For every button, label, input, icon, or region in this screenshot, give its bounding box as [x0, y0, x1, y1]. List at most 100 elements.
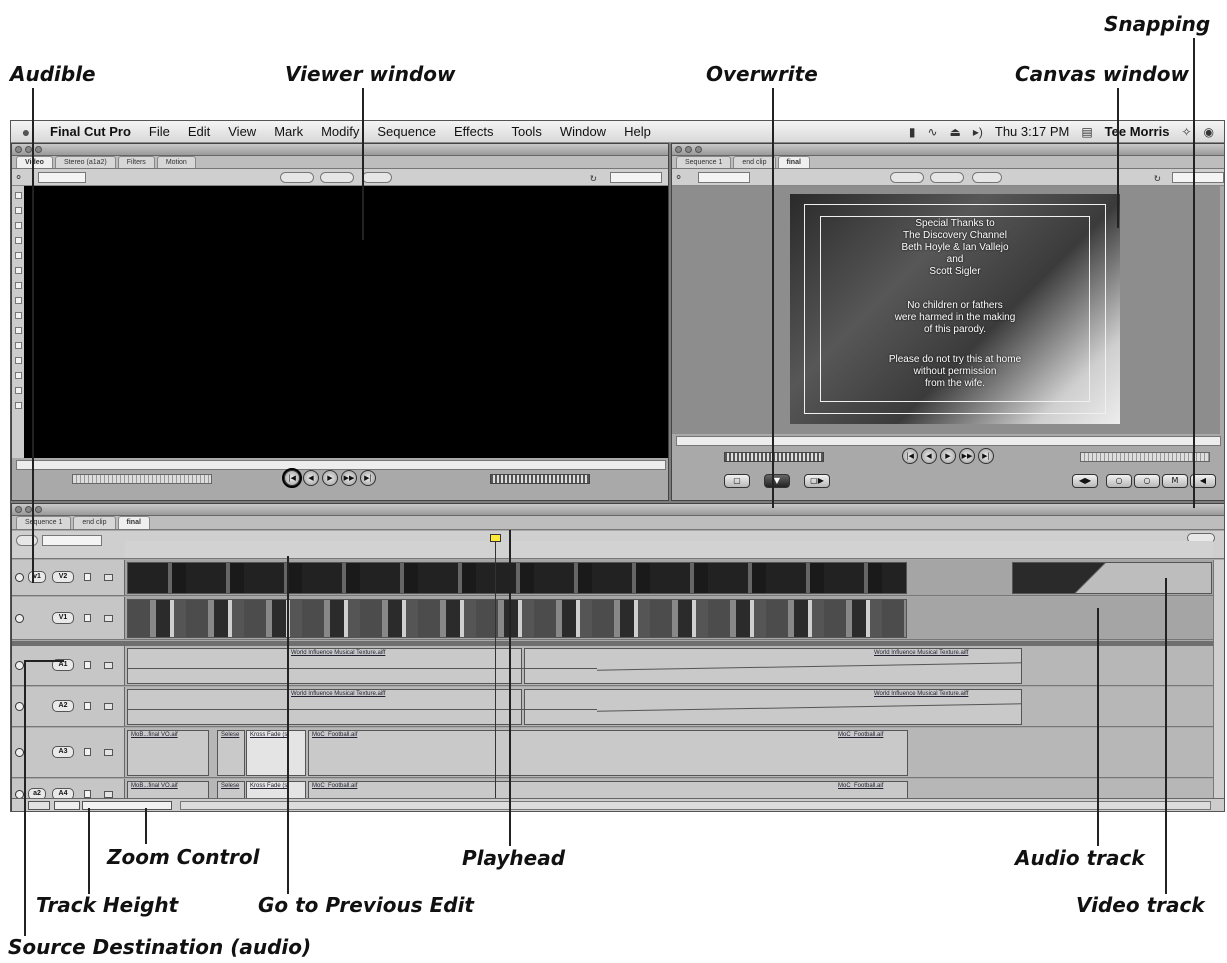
- audible-icon[interactable]: [15, 702, 24, 711]
- close-icon[interactable]: [15, 146, 22, 153]
- mark-out-button[interactable]: M: [1162, 474, 1188, 488]
- auto-select-icon[interactable]: [104, 615, 113, 622]
- menu-tools[interactable]: Tools: [502, 124, 550, 139]
- canvas-titlebar[interactable]: [672, 144, 1224, 156]
- a3-clip-2[interactable]: Selese: [217, 730, 245, 776]
- menu-edit[interactable]: Edit: [179, 124, 219, 139]
- menu-file[interactable]: File: [140, 124, 179, 139]
- play-in-out-button[interactable]: ◀: [921, 448, 937, 464]
- overwrite-edit-button[interactable]: ▼: [764, 474, 790, 488]
- keyboard-icon[interactable]: ▤: [1081, 125, 1092, 139]
- menu-app[interactable]: Final Cut Pro: [41, 124, 140, 139]
- menu-mark[interactable]: Mark: [265, 124, 312, 139]
- a1-music-clip-1[interactable]: World Influence Musical Texture.aiff: [127, 648, 522, 684]
- previous-edit-button[interactable]: |◀: [902, 448, 918, 464]
- track-visibility-icon[interactable]: [15, 614, 24, 623]
- shuttle-icon[interactable]: ⚬: [674, 171, 683, 185]
- next-edit-button[interactable]: ▶|: [360, 470, 376, 486]
- canvas-scrubber-bar[interactable]: [676, 436, 1221, 446]
- display-popup[interactable]: [972, 172, 1002, 183]
- menu-window[interactable]: Window: [551, 124, 615, 139]
- playhead[interactable]: [495, 540, 496, 809]
- next-edit-button[interactable]: ▶|: [978, 448, 994, 464]
- track-v2-destination[interactable]: V2: [52, 571, 74, 583]
- zoom-icon[interactable]: [35, 506, 42, 513]
- zoom-icon[interactable]: [35, 146, 42, 153]
- lock-icon[interactable]: [84, 702, 91, 710]
- lock-icon[interactable]: [84, 748, 91, 756]
- track-a3-destination[interactable]: A3: [52, 746, 74, 758]
- audible-icon[interactable]: [15, 748, 24, 757]
- auto-select-icon[interactable]: [104, 791, 113, 798]
- auto-select-icon[interactable]: [104, 574, 113, 581]
- lock-icon[interactable]: [84, 573, 91, 581]
- timeline-titlebar[interactable]: [12, 504, 1224, 516]
- play-button[interactable]: ▶: [940, 448, 956, 464]
- playhead-handle[interactable]: [490, 534, 501, 542]
- auto-select-icon[interactable]: [104, 749, 113, 756]
- minimize-icon[interactable]: [25, 146, 32, 153]
- tab-sequence-1[interactable]: Sequence 1: [676, 156, 732, 168]
- mark-in-button[interactable]: ◀▶: [1072, 474, 1098, 488]
- a2-music-clip-1[interactable]: World Influence Musical Texture.aiff: [127, 689, 522, 725]
- track-a2-destination[interactable]: A2: [52, 700, 74, 712]
- zoom-control-slider[interactable]: [82, 801, 172, 810]
- menu-help[interactable]: Help: [615, 124, 660, 139]
- minimize-icon[interactable]: [685, 146, 692, 153]
- v2-end-clip[interactable]: [1012, 562, 1212, 594]
- canvas-image-area[interactable]: Special Thanks to The Discovery Channel …: [672, 186, 1220, 434]
- canvas-duration-field[interactable]: [698, 172, 750, 183]
- tab-filters[interactable]: Filters: [117, 156, 155, 168]
- viewer-duration-field[interactable]: [38, 172, 86, 183]
- play-around-button[interactable]: ▶▶: [341, 470, 357, 486]
- tab-stereo[interactable]: Stereo (a1a2): [54, 156, 116, 168]
- close-icon[interactable]: [15, 506, 22, 513]
- track-visibility-icon[interactable]: [15, 573, 24, 582]
- play-button[interactable]: ▶: [322, 470, 338, 486]
- tab-sequence-1[interactable]: Sequence 1: [16, 516, 72, 529]
- shuttle-icon[interactable]: ⚬: [14, 171, 23, 185]
- v1-video-clip[interactable]: [127, 599, 907, 638]
- timeline-timecode-field[interactable]: [42, 535, 102, 546]
- tab-end-clip[interactable]: end clip: [733, 156, 776, 168]
- rt-popup[interactable]: [16, 535, 38, 546]
- tab-final[interactable]: final: [777, 156, 810, 168]
- viewer-jog-control[interactable]: [490, 474, 590, 484]
- volume-icon[interactable]: ▸): [973, 125, 983, 139]
- lock-icon[interactable]: [84, 614, 91, 622]
- add-marker-button[interactable]: ○: [1134, 474, 1160, 488]
- apple-menu-icon[interactable]: ●: [11, 124, 41, 140]
- viewer-timecode-field[interactable]: [610, 172, 662, 183]
- horizontal-scrollbar[interactable]: [180, 801, 1211, 810]
- viewer-image-area[interactable]: [24, 186, 668, 458]
- view-popup[interactable]: [320, 172, 354, 183]
- close-icon[interactable]: [675, 146, 682, 153]
- menu-modify[interactable]: Modify: [312, 124, 368, 139]
- timeline-vertical-scrollbar[interactable]: [1213, 560, 1224, 809]
- lock-icon[interactable]: [84, 661, 91, 669]
- accessibility-icon[interactable]: ✧: [1181, 125, 1191, 139]
- replace-edit-button[interactable]: ▢▶: [804, 474, 830, 488]
- a3-clip-3[interactable]: Kross Fade (s: [246, 730, 306, 776]
- a3-clip-4[interactable]: MoC_Football.aif MoC_Football.aif: [308, 730, 908, 776]
- menu-effects[interactable]: Effects: [445, 124, 503, 139]
- tab-final[interactable]: final: [117, 516, 150, 529]
- previous-edit-button[interactable]: |◀: [282, 468, 302, 488]
- canvas-jog-control[interactable]: [724, 452, 824, 462]
- track-height-control[interactable]: [28, 801, 50, 810]
- tab-video[interactable]: Video: [16, 156, 53, 168]
- viewer-titlebar[interactable]: [12, 144, 668, 156]
- view-popup[interactable]: [930, 172, 964, 183]
- tab-motion[interactable]: Motion: [156, 156, 196, 168]
- zoom-popup[interactable]: [890, 172, 924, 183]
- track-v1-destination[interactable]: V1: [52, 612, 74, 624]
- canvas-timecode-field[interactable]: [1172, 172, 1224, 183]
- track-v2-source[interactable]: v1: [28, 571, 46, 583]
- menu-view[interactable]: View: [219, 124, 265, 139]
- display-popup[interactable]: [362, 172, 392, 183]
- mark-clip-button[interactable]: ○: [1106, 474, 1132, 488]
- zoom-icon[interactable]: [695, 146, 702, 153]
- play-around-button[interactable]: ▶▶: [959, 448, 975, 464]
- wifi-icon[interactable]: ∿: [927, 125, 937, 139]
- tab-end-clip[interactable]: end clip: [73, 516, 116, 529]
